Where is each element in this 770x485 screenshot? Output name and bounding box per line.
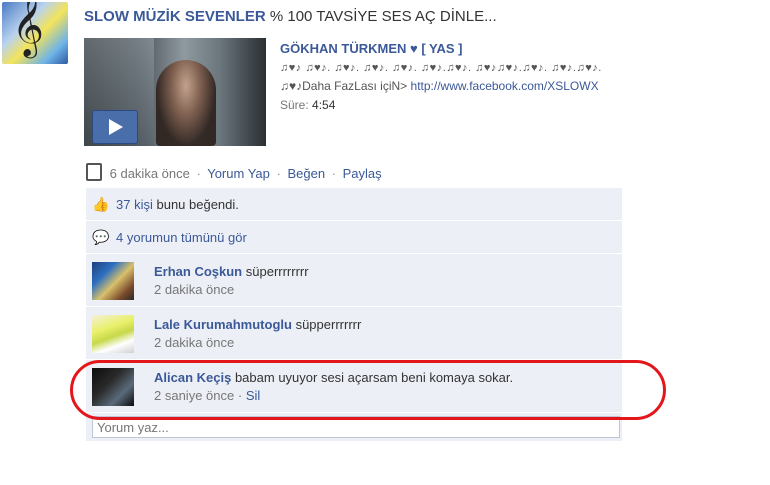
comment-item: Lale Kurumahmutoglu süpperrrrrrr 2 dakik…	[86, 307, 622, 360]
comment-timestamp[interactable]: 2 dakika önce	[154, 335, 234, 350]
commenter-avatar[interactable]	[92, 315, 134, 353]
video-description-link-line: ♫♥♪Daha FazLası içiN> http://www.faceboo…	[280, 79, 599, 93]
likes-suffix: bunu beğendi.	[156, 196, 239, 212]
comment-timestamp[interactable]: 2 saniye önce	[154, 388, 234, 403]
comment-text: süpperrrrrrr	[295, 317, 362, 332]
video-title[interactable]: GÖKHAN TÜRKMEN ♥ [ YAS ]	[280, 41, 463, 56]
play-button[interactable]	[92, 110, 138, 144]
comment-text: süperrrrrrrr	[245, 264, 309, 279]
post-timestamp[interactable]: 6 dakika önce	[110, 166, 190, 181]
separator: ·	[276, 166, 281, 181]
commenter-avatar[interactable]	[92, 368, 134, 406]
comment-action-link[interactable]: Yorum Yap	[207, 166, 270, 181]
comment-composer	[86, 413, 622, 441]
separator: ·	[331, 166, 337, 181]
video-description-prefix: ♫♥♪Daha FazLası içiN>	[280, 79, 408, 93]
like-action-link[interactable]: Beğen	[287, 166, 325, 181]
delete-comment-link[interactable]: Sil	[246, 388, 260, 403]
separator: ·	[196, 166, 201, 181]
view-all-comments-row[interactable]: 💬 4 yorumun tümünü gör	[86, 221, 622, 254]
post-actions: 6 dakika önce · Yorum Yap · Beğen · Payl…	[86, 163, 382, 181]
page-name-link[interactable]: SLOW MÜZİK SEVENLER	[84, 8, 266, 25]
commenter-name[interactable]: Lale Kurumahmutoglu	[154, 317, 292, 332]
separator: ·	[237, 388, 243, 403]
mobile-icon	[86, 163, 102, 181]
video-duration: Süre: 4:54	[280, 98, 335, 112]
commenter-name[interactable]: Erhan Coşkun	[154, 264, 242, 279]
comment-item: Erhan Coşkun süperrrrrrrr 2 dakika önce	[86, 254, 622, 307]
comment-input[interactable]	[92, 416, 620, 438]
post-headline: SLOW MÜZİK SEVENLER % 100 TAVSİYE SES AÇ…	[84, 8, 497, 25]
post-message: % 100 TAVSİYE SES AÇ DİNLE...	[269, 8, 497, 25]
likes-row: 👍 37 kişi bunu beğendi.	[86, 188, 622, 221]
duration-label: Süre:	[280, 98, 309, 112]
video-description: ♫♥♪ ♫♥♪. ♫♥♪. ♫♥♪. ♫♥♪. ♫♥♪.♫♥♪. ♫♥♪♫♥♪.…	[280, 62, 602, 74]
duration-value: 4:54	[312, 98, 336, 112]
thumbnail-person	[156, 60, 216, 146]
commenter-name[interactable]: Alican Keçiş	[154, 370, 231, 385]
likes-count-link[interactable]: 37 kişi	[116, 197, 153, 212]
comment-timestamp[interactable]: 2 dakika önce	[154, 282, 234, 297]
comment-item: Alican Keçiş babam uyuyor sesi açarsam b…	[86, 360, 622, 413]
page-avatar[interactable]: 𝄞	[2, 2, 68, 64]
view-all-comments-link[interactable]: 4 yorumun tümünü gör	[116, 230, 247, 245]
facebook-link[interactable]: http://www.facebook.com/XSLOWX	[411, 79, 599, 93]
comments-section: 👍 37 kişi bunu beğendi. 💬 4 yorumun tümü…	[86, 188, 622, 441]
speech-bubble-icon: 💬	[92, 229, 110, 245]
treble-clef-icon: 𝄞	[12, 2, 44, 56]
comment-text: babam uyuyor sesi açarsam beni komaya so…	[234, 370, 514, 385]
thumbs-up-icon: 👍	[92, 196, 110, 212]
commenter-avatar[interactable]	[92, 262, 134, 300]
share-action-link[interactable]: Paylaş	[343, 166, 382, 181]
